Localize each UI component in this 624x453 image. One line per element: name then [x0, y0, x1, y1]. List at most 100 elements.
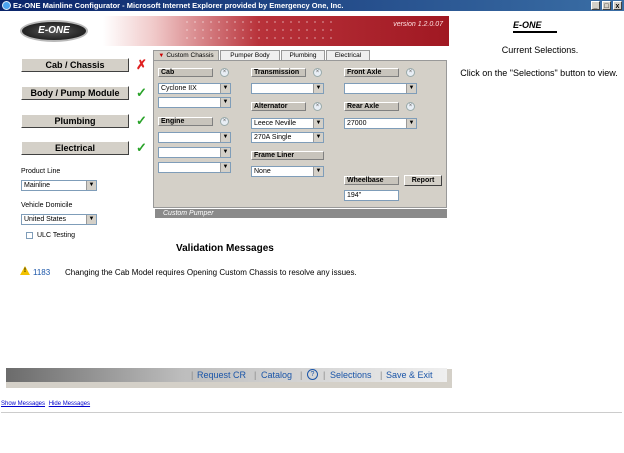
- checkmark-icon: ✓: [136, 113, 147, 128]
- cab-value: Cyclone IIX: [161, 85, 197, 92]
- dropdown-arrow-icon: ▼: [313, 119, 323, 128]
- selections-instructions: Click on the "Selections" button to view…: [460, 68, 618, 78]
- minimize-button[interactable]: _: [591, 1, 600, 10]
- alternator-rating-value: 270A Single: [254, 134, 292, 141]
- checkmark-icon: ✓: [136, 85, 147, 100]
- dropdown-arrow-icon: ▼: [220, 133, 230, 142]
- warning-icon: !: [20, 266, 30, 275]
- help-icon[interactable]: ?: [307, 369, 318, 380]
- logo-text: E-ONE: [513, 20, 542, 30]
- alternator-label: Alternator: [251, 102, 306, 111]
- frame-liner-select[interactable]: None ▼: [251, 166, 324, 177]
- engine-option-2-select[interactable]: ▼: [158, 162, 231, 173]
- validation-title: Validation Messages: [176, 243, 274, 254]
- engine-option-select[interactable]: ▼: [158, 147, 231, 158]
- request-cr-link[interactable]: Request CR: [197, 370, 246, 380]
- validation-message: Changing the Cab Model requires Opening …: [65, 268, 357, 277]
- message-code-link[interactable]: 1183: [33, 268, 50, 277]
- message-links: Show Messages Hide Messages: [1, 401, 92, 407]
- tab-plumbing[interactable]: Plumbing: [281, 50, 325, 60]
- current-selections-label: Current Selections.: [501, 45, 579, 55]
- header-banner: version 1.2.0.07: [103, 16, 449, 46]
- rear-axle-value: 27000: [347, 120, 367, 127]
- cab-option-select[interactable]: ▼: [158, 97, 231, 108]
- alternator-select[interactable]: Leece Neville ▼: [251, 118, 324, 129]
- engine-label: Engine: [158, 117, 213, 126]
- checkmark-icon: ✓: [136, 140, 147, 155]
- vehicle-domicile-label: Vehicle Domicile: [21, 202, 73, 209]
- separator: |: [323, 370, 326, 380]
- dropdown-arrow-icon: ▼: [220, 163, 230, 172]
- separator: |: [191, 370, 194, 380]
- product-line-value: Mainline: [24, 182, 51, 189]
- window-title-bar: Ez-ONE Mainline Configurator - Microsoft…: [0, 0, 624, 11]
- status-strip: Custom Pumper: [155, 209, 447, 218]
- dropdown-arrow-icon: ▼: [313, 133, 323, 142]
- tab-electrical[interactable]: Electrical: [326, 50, 370, 60]
- front-axle-select[interactable]: ▼: [344, 83, 417, 94]
- messages-frame: [1, 412, 622, 451]
- wheelbase-label: Wheelbase: [344, 176, 399, 185]
- body-pump-module-button[interactable]: Body / Pump Module: [21, 86, 129, 100]
- dropdown-arrow-icon: ▼: [220, 84, 230, 93]
- logo-stripe: [513, 31, 557, 33]
- frame-liner-value: None: [254, 168, 271, 175]
- e-one-logo-small: E-ONE: [513, 20, 557, 33]
- dropdown-arrow-icon: ▼: [220, 98, 230, 107]
- wheelbase-input[interactable]: 194": [344, 190, 399, 201]
- clear-icon[interactable]: ×: [313, 68, 322, 77]
- clear-icon[interactable]: ×: [406, 68, 415, 77]
- show-messages-link[interactable]: Show Messages: [1, 401, 45, 407]
- tab-pumper-body[interactable]: Pumper Body: [220, 50, 280, 60]
- dropdown-arrow-icon: ▼: [220, 148, 230, 157]
- separator: |: [380, 370, 383, 380]
- plumbing-button[interactable]: Plumbing: [21, 114, 129, 128]
- front-axle-label: Front Axle: [344, 68, 399, 77]
- frame-liner-label: Frame Liner: [251, 151, 324, 160]
- cab-chassis-button[interactable]: Cab / Chassis: [21, 58, 129, 72]
- ulc-testing-checkbox[interactable]: [26, 232, 33, 239]
- product-line-select[interactable]: Mainline ▼: [21, 180, 97, 191]
- report-button[interactable]: Report: [404, 175, 442, 186]
- catalog-link[interactable]: Catalog: [261, 370, 292, 380]
- cab-select[interactable]: Cyclone IIX ▼: [158, 83, 231, 94]
- dropdown-arrow-icon: ▼: [406, 119, 416, 128]
- transmission-select[interactable]: ▼: [251, 83, 324, 94]
- hide-messages-link[interactable]: Hide Messages: [49, 401, 90, 407]
- vehicle-domicile-select[interactable]: United States ▼: [21, 214, 97, 225]
- tab-label: Custom Chassis: [166, 52, 214, 59]
- triangle-down-icon: ▼: [158, 53, 165, 59]
- clear-icon[interactable]: ×: [406, 102, 415, 111]
- clear-icon[interactable]: ×: [220, 117, 229, 126]
- alternator-value: Leece Neville: [254, 120, 297, 127]
- close-window-button[interactable]: x: [613, 1, 622, 10]
- e-one-logo: E-ONE: [20, 20, 88, 42]
- banner-decoration: [183, 18, 333, 44]
- transmission-label: Transmission: [251, 68, 306, 77]
- dropdown-arrow-icon: ▼: [313, 84, 323, 93]
- selections-link[interactable]: Selections: [330, 370, 372, 380]
- save-exit-link[interactable]: Save & Exit: [386, 370, 433, 380]
- dropdown-arrow-icon: ▼: [406, 84, 416, 93]
- dropdown-arrow-icon: ▼: [86, 215, 96, 224]
- ie-icon: [2, 1, 11, 10]
- ulc-testing-label: ULC Testing: [37, 232, 76, 239]
- alternator-rating-select[interactable]: 270A Single ▼: [251, 132, 324, 143]
- clear-icon[interactable]: ×: [220, 68, 229, 77]
- version-label: version 1.2.0.07: [393, 21, 443, 28]
- rear-axle-label: Rear Axle: [344, 102, 399, 111]
- rear-axle-select[interactable]: 27000 ▼: [344, 118, 417, 129]
- engine-select[interactable]: ▼: [158, 132, 231, 143]
- x-mark-icon: ✗: [136, 57, 147, 72]
- separator: |: [254, 370, 257, 380]
- electrical-button[interactable]: Electrical: [21, 141, 129, 155]
- cab-label: Cab: [158, 68, 213, 77]
- product-line-label: Product Line: [21, 168, 61, 175]
- clear-icon[interactable]: ×: [313, 102, 322, 111]
- dropdown-arrow-icon: ▼: [86, 181, 96, 190]
- vehicle-domicile-value: United States: [24, 216, 67, 223]
- window-title: Ez-ONE Mainline Configurator - Microsoft…: [13, 1, 344, 10]
- separator: |: [300, 370, 303, 380]
- maximize-button[interactable]: □: [602, 1, 611, 10]
- dropdown-arrow-icon: ▼: [313, 167, 323, 176]
